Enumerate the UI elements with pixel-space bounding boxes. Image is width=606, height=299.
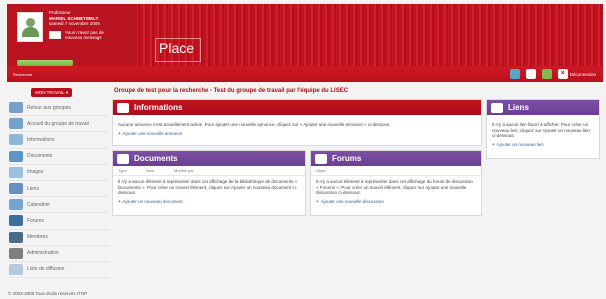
documents-panel: Documents Type Nom Modifié par Il n'y a … bbox=[112, 150, 306, 216]
plus-icon: + bbox=[316, 198, 319, 204]
forum-icon bbox=[9, 215, 23, 227]
add-announcement-label: Ajouter une nouvelle annonce bbox=[122, 130, 183, 136]
forums-panel: Forums Objet Il n'y a aucun élément à re… bbox=[310, 150, 482, 216]
sidebar-item-label: Liste de diffusion bbox=[27, 266, 65, 273]
avatar-head-icon bbox=[26, 18, 35, 27]
sidebar-item-documents[interactable]: Documents bbox=[9, 149, 109, 165]
user-date: samedi 7 novembre 2009 bbox=[49, 21, 100, 26]
sidebar-item-membres[interactable]: Membres bbox=[9, 230, 109, 246]
link-icon bbox=[9, 183, 23, 195]
home-icon bbox=[9, 118, 23, 130]
sidebar-item-retour[interactable]: Retour aux groupes bbox=[9, 100, 109, 117]
sidebar-item-label: Documents bbox=[27, 153, 53, 160]
sidebar-item-forums[interactable]: Forums bbox=[9, 213, 109, 230]
sidebar-item-label: Accueil du groupe de travail bbox=[27, 120, 89, 127]
sidebar: MON TRAVAIL ▾ Retour aux groupes Accueil… bbox=[9, 88, 109, 279]
sidebar-item-liens[interactable]: Liens bbox=[9, 181, 109, 198]
liens-title: Liens bbox=[508, 103, 529, 112]
top-icons: × Déconnexion bbox=[509, 69, 596, 79]
informations-panel: Informations Aucune annonce n'est actuel… bbox=[112, 99, 482, 146]
add-announcement-link[interactable]: + Ajouter une nouvelle annonce bbox=[113, 131, 481, 136]
add-discussion-link[interactable]: + Ajouter une nouvelle discussion bbox=[311, 199, 481, 204]
admin-icon bbox=[9, 247, 23, 259]
add-document-link[interactable]: + Ajouter un nouveau document bbox=[113, 199, 305, 204]
calendar-icon[interactable] bbox=[541, 69, 552, 79]
sidebar-item-label: Calendrier bbox=[27, 201, 51, 208]
plus-icon: + bbox=[492, 141, 495, 147]
logout-button[interactable]: × Déconnexion bbox=[557, 69, 596, 79]
avatar-body-icon bbox=[22, 27, 39, 37]
sidebar-item-label: Retour aux groupes bbox=[27, 104, 71, 111]
image-icon bbox=[9, 166, 23, 178]
page-title: Groupe de test pour la recherche - Test … bbox=[114, 88, 349, 94]
members-icon bbox=[9, 231, 23, 243]
col-objet[interactable]: Objet bbox=[316, 168, 326, 173]
info-icon bbox=[9, 134, 23, 146]
add-discussion-label: Ajouter une nouvelle discussion bbox=[320, 198, 384, 204]
liens-header: Liens bbox=[487, 100, 599, 115]
documents-text: Il n'y a aucun élément à représenter dan… bbox=[118, 179, 298, 195]
informations-title: Informations bbox=[134, 103, 183, 112]
informations-header: Informations bbox=[113, 100, 481, 115]
sidebar-item-label: Informations bbox=[27, 136, 55, 143]
mailing-list-icon bbox=[9, 263, 23, 275]
sidebar-item-label: Liens bbox=[27, 185, 39, 192]
add-document-label: Ajouter un nouveau document bbox=[122, 198, 183, 204]
calendar-icon bbox=[9, 199, 23, 211]
sidebar-item-administration[interactable]: Administration bbox=[9, 246, 109, 262]
liens-panel: Liens Il n'y a aucun lien favori à affic… bbox=[486, 99, 600, 159]
col-modifie[interactable]: Modifié par bbox=[174, 168, 194, 173]
sidebar-item-label: Forums bbox=[27, 217, 44, 224]
plus-icon: + bbox=[118, 198, 121, 204]
sidebar-item-label: Membres bbox=[27, 234, 48, 241]
link-icon bbox=[491, 102, 503, 113]
sidebar-item-accueil[interactable]: Accueil du groupe de travail bbox=[9, 116, 109, 133]
document-icon bbox=[9, 150, 23, 162]
search-link[interactable]: Recherche bbox=[13, 72, 32, 77]
sidebar-item-label: Images bbox=[27, 169, 44, 176]
group-icon bbox=[9, 102, 23, 114]
documents-title: Documents bbox=[134, 154, 178, 163]
sidebar-item-calendrier[interactable]: Calendrier bbox=[9, 197, 109, 214]
liens-text: Il n'y a aucun lien favori à afficher. P… bbox=[492, 122, 590, 138]
forums-text: Il n'y a aucun élément à représenter dan… bbox=[316, 179, 473, 195]
documents-header: Documents bbox=[113, 151, 305, 166]
workspace-button-label: MON TRAVAIL bbox=[35, 89, 65, 95]
mail-icon[interactable] bbox=[49, 31, 61, 39]
document-icon bbox=[117, 153, 129, 164]
sidebar-item-label: Administration bbox=[27, 250, 59, 257]
edit-icon[interactable] bbox=[525, 69, 536, 79]
message-status[interactable]: Vous n'avez pas de nouveau message bbox=[65, 30, 115, 40]
forum-icon bbox=[315, 153, 327, 164]
avatar[interactable] bbox=[17, 12, 43, 42]
add-link-link[interactable]: + Ajouter un nouveau lien bbox=[487, 142, 599, 147]
workspace-button[interactable]: MON TRAVAIL ▾ bbox=[31, 88, 73, 97]
sidebar-item-informations[interactable]: Informations bbox=[9, 132, 109, 149]
forums-title: Forums bbox=[332, 154, 362, 163]
col-nom[interactable]: Nom bbox=[146, 168, 174, 173]
user-info: Professeur MARIEL SCHNETWELT samedi 7 no… bbox=[49, 10, 100, 27]
brand-logo[interactable]: Place bbox=[159, 40, 194, 56]
add-link-label: Ajouter un nouveau lien bbox=[496, 141, 544, 147]
sidebar-item-images[interactable]: Images bbox=[9, 165, 109, 181]
close-icon: × bbox=[557, 69, 568, 79]
logout-label: Déconnexion bbox=[569, 71, 596, 77]
informations-text: Aucune annonce n'est actuellement active… bbox=[118, 122, 391, 127]
forums-columns: Objet bbox=[311, 166, 481, 176]
tools-icon[interactable] bbox=[509, 69, 520, 79]
plus-icon: + bbox=[118, 130, 121, 136]
footer-copyright: © 2003-2009 Tous droits réservés ITOP bbox=[8, 291, 88, 296]
sidebar-item-diffusion[interactable]: Liste de diffusion bbox=[9, 262, 109, 279]
info-icon bbox=[117, 102, 129, 113]
col-type[interactable]: Type bbox=[118, 168, 146, 173]
documents-columns: Type Nom Modifié par bbox=[113, 166, 305, 176]
forums-header: Forums bbox=[311, 151, 481, 166]
